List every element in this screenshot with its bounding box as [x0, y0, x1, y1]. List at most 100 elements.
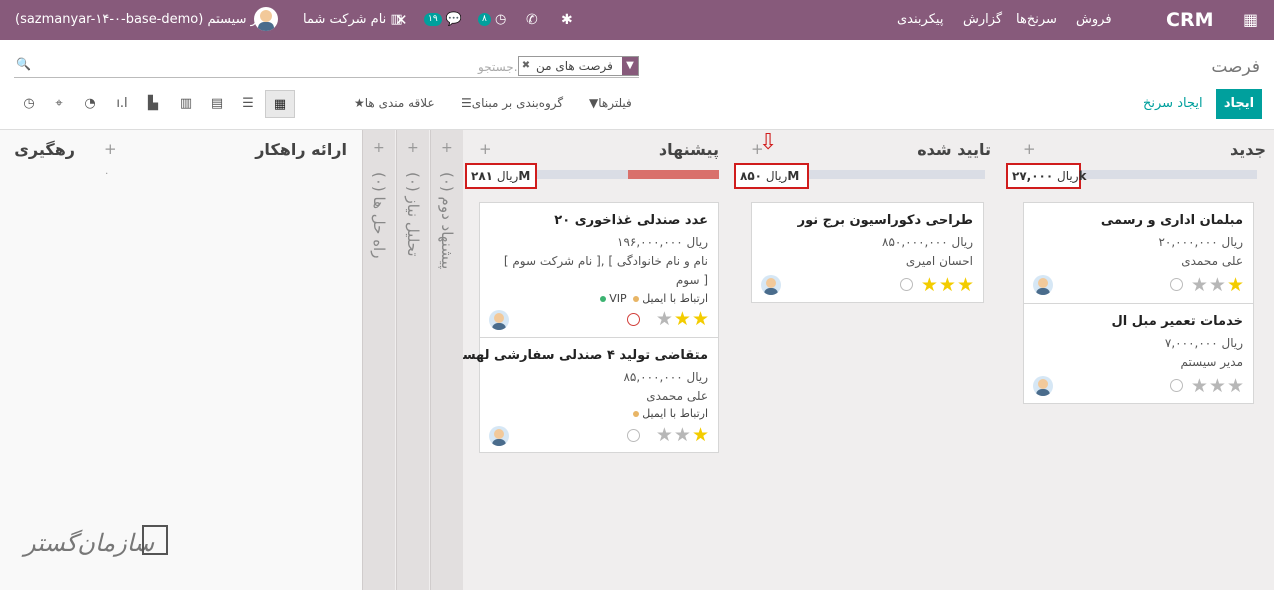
arrow-down-icon: ⇩	[759, 130, 778, 155]
filters-dropdown[interactable]: ▼فیلترها	[589, 96, 632, 110]
folded-column[interactable]: + تحلیل نیاز (۰)	[396, 130, 429, 590]
card-partner: [ نام شرکت سوم ], [ نام و نام خانوادگی	[503, 254, 708, 268]
column-sum: ریال ۸۵۰M	[734, 163, 809, 189]
filter-funnel-icon: ▼	[622, 57, 638, 75]
kanban-view-button[interactable]: ▦	[265, 90, 295, 118]
folded-column[interactable]: + پیشنهاد دوم (۰)	[430, 130, 463, 590]
groupby-dropdown[interactable]: ☰گروه‌بندی بر مبنای	[461, 96, 563, 110]
menu-reporting[interactable]: گزارش	[963, 0, 1002, 40]
favorites-dropdown[interactable]: ★علاقه مندی ها	[354, 96, 435, 110]
tag-dot	[633, 411, 640, 417]
card-amount: ۸۵۰,۰۰۰,۰۰۰ ریال	[882, 235, 973, 249]
quick-create-lead-button[interactable]: ایجاد سرنخ	[1143, 96, 1203, 111]
card-salesperson: احسان امیری	[905, 254, 973, 268]
lead-card[interactable]: ۲۰ عدد صندلی غذاخوری ۱۹۶,۰۰۰,۰۰۰ ریال [ …	[479, 202, 719, 338]
map-pin-icon: ⌖	[55, 96, 63, 111]
add-card-icon[interactable]: +	[1023, 140, 1036, 158]
app-title[interactable]: CRM	[1166, 0, 1213, 40]
card-title: طراحی دکوراسیون برج نور	[797, 213, 973, 228]
priority-stars[interactable]: ★★★	[656, 425, 710, 445]
pivot-view-button[interactable]: ▙	[138, 90, 168, 118]
watermark-text: سازمان‌گستر	[24, 529, 155, 557]
phone-icon[interactable]: ✆	[526, 0, 538, 40]
user-menu[interactable]: (sazmanyar-۱۴-۰-base-demo) مدیر سیستم	[15, 0, 275, 40]
user-avatar[interactable]	[254, 7, 278, 31]
expand-icon[interactable]: +	[407, 140, 419, 156]
expand-icon[interactable]: +	[441, 140, 453, 156]
kanban-icon: ▦	[273, 97, 287, 112]
folded-column-label: راه حل ها (۰)	[370, 172, 388, 259]
company-switcher[interactable]: نام شرکت شما ▥	[303, 0, 403, 40]
priority-stars[interactable]: ★★★	[656, 309, 710, 329]
column-title: ارائه راهکار	[255, 140, 347, 159]
menu-configuration[interactable]: پیکربندی	[897, 0, 943, 40]
add-card-icon[interactable]: +	[104, 140, 117, 158]
top-navbar: ▦ CRM فروش سرنخ‌ها گزارش پیکربندی ✱ ✆ ۸ …	[0, 0, 1274, 40]
card-salesperson: علی محمدی	[646, 389, 708, 403]
column-title: رهگیری	[14, 140, 75, 159]
priority-stars[interactable]: ★★★	[921, 275, 975, 295]
column-new: جدید + ریال ۲۷,۰۰۰k مبلمان اداری و رسمی …	[1005, 130, 1274, 590]
menu-leads[interactable]: سرنخ‌ها	[1016, 0, 1057, 40]
kanban-board: جدید + ریال ۲۷,۰۰۰k مبلمان اداری و رسمی …	[0, 130, 1274, 590]
add-card-icon[interactable]: +	[479, 140, 492, 158]
activity-menu[interactable]: ۸ ◷	[478, 0, 506, 40]
card-tags: VIP ارتباط با ایمیل	[597, 292, 708, 305]
lead-card[interactable]: مبلمان اداری و رسمی ۲۰,۰۰۰,۰۰۰ ریال علی …	[1023, 202, 1254, 304]
column-proposition: پیشنهاد + ریال ۲۸۱M ۲۰ عدد صندلی غذاخوری…	[435, 130, 733, 590]
column-tracking: رهگیری ۰	[0, 130, 109, 590]
activity-clock-icon[interactable]	[1170, 278, 1183, 291]
card-salesperson: علی محمدی	[1181, 254, 1243, 268]
column-count: ۰	[104, 168, 110, 179]
column-sum: ریال ۲۸۱M	[465, 163, 537, 189]
table-view-button[interactable]: ▥	[171, 90, 201, 118]
card-amount: ۱۹۶,۰۰۰,۰۰۰ ریال	[617, 235, 708, 249]
priority-stars[interactable]: ★★★	[1191, 275, 1245, 295]
menu-sales[interactable]: فروش	[1076, 0, 1112, 40]
activity-clock-icon[interactable]	[900, 278, 913, 291]
lead-card[interactable]: متقاضی تولید ۴ صندلی سفارشی لهستانی ۸۵,۰…	[435, 337, 719, 453]
column-qualified: تایید شده + ریال ۸۵۰M ⇩ طراحی دکوراسیون …	[733, 130, 1005, 590]
dashboard-view-button[interactable]: ◔	[75, 90, 105, 118]
column-solution: ارائه راهکار +	[96, 130, 362, 590]
map-view-button[interactable]: ⌖	[44, 90, 74, 118]
chat-icon: 💬	[445, 12, 462, 27]
search-icon[interactable]: 🔍	[16, 57, 31, 71]
expand-icon[interactable]: +	[373, 140, 385, 156]
debug-icon[interactable]: ✱	[561, 0, 573, 40]
facet-remove-icon[interactable]: ✖	[519, 57, 533, 75]
progress-bar-danger	[628, 170, 719, 179]
calendar-view-button[interactable]: ▤	[202, 90, 232, 118]
list-view-button[interactable]: ☰	[233, 90, 263, 118]
company-name: نام شرکت شما	[303, 12, 387, 27]
card-salesperson: مدیر سیستم	[1180, 355, 1244, 369]
clock-icon: ◷	[494, 12, 507, 27]
dashboard-icon: ◔	[84, 96, 96, 111]
folded-column-label: تحلیل نیاز (۰)	[404, 172, 422, 257]
building-icon: ▥	[390, 12, 403, 27]
activity-clock-icon[interactable]	[627, 313, 640, 326]
card-amount: ۷,۰۰۰,۰۰۰ ریال	[1164, 336, 1243, 350]
activity-clock-icon[interactable]	[1170, 379, 1183, 392]
apps-menu-icon[interactable]: ▦	[1243, 0, 1258, 40]
database-name: (sazmanyar-۱۴-۰-base-demo)	[15, 12, 204, 27]
priority-stars[interactable]: ★★★	[1191, 376, 1245, 396]
card-title: خدمات تعمیر مبل ال	[1111, 314, 1243, 329]
graph-view-button[interactable]: ı.l	[107, 90, 137, 118]
filter-icon: ▼	[589, 96, 599, 110]
folded-column[interactable]: + راه حل ها (۰)	[362, 130, 395, 590]
card-title: متقاضی تولید ۴ صندلی سفارشی لهستانی	[434, 348, 708, 363]
logo-mark-icon	[142, 525, 168, 555]
graph-icon: ı.l	[116, 96, 128, 111]
lead-card[interactable]: خدمات تعمیر مبل ال ۷,۰۰۰,۰۰۰ ریال مدیر س…	[1023, 303, 1254, 404]
star-icon: ★	[354, 96, 365, 110]
lead-card[interactable]: طراحی دکوراسیون برج نور ۸۵۰,۰۰۰,۰۰۰ ریال…	[751, 202, 984, 303]
tag-dot	[633, 296, 640, 302]
progress-bar	[537, 170, 628, 179]
activity-clock-icon[interactable]	[627, 429, 640, 442]
messaging-menu[interactable]: ۱۹ 💬	[424, 0, 462, 40]
search-bar[interactable]: 🔍 جستجو... ✖ فرصت های من ▼	[14, 54, 639, 78]
activity-view-button[interactable]: ◷	[14, 90, 44, 118]
create-button[interactable]: ایجاد	[1216, 89, 1262, 119]
filter-facet[interactable]: ✖ فرصت های من ▼	[518, 56, 639, 76]
